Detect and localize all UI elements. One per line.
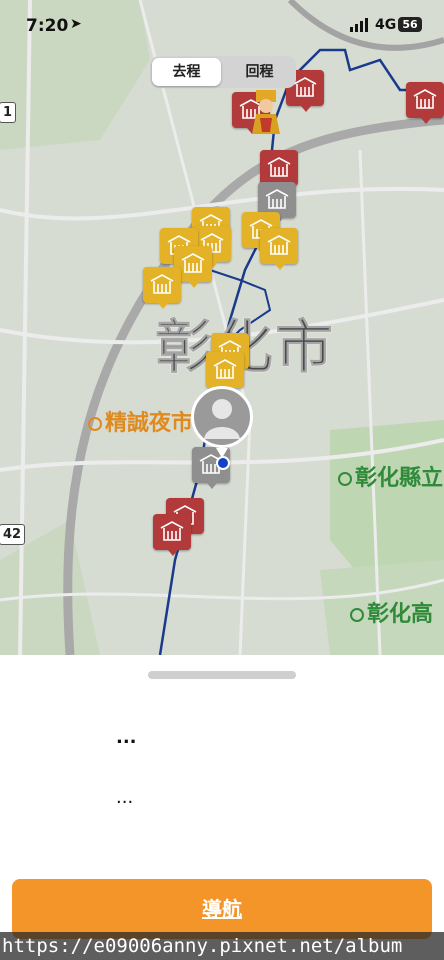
poi-county-school[interactable]: 彰化縣立 <box>338 460 443 492</box>
location-arrow-icon: ➤ <box>70 16 82 32</box>
current-location-dot <box>216 456 230 470</box>
signal-icon <box>350 18 368 32</box>
temple-marker[interactable] <box>260 228 298 270</box>
person-icon <box>204 399 240 439</box>
temple-icon <box>413 89 437 109</box>
direction-toggle[interactable]: 去程 回程 <box>150 56 296 88</box>
tab-outbound[interactable]: 去程 <box>152 58 221 86</box>
temple-icon <box>181 253 205 273</box>
temple-icon <box>150 274 174 294</box>
watermark-url: https://e09006anny.pixnet.net/album <box>0 932 444 960</box>
deity-icon[interactable] <box>248 88 284 136</box>
poi-icon <box>88 417 102 431</box>
user-avatar-pin[interactable] <box>191 386 253 458</box>
status-time: 7:20 <box>26 16 69 36</box>
poi-icon <box>338 472 352 486</box>
temple-marker[interactable] <box>153 514 191 556</box>
temple-marker[interactable] <box>206 352 244 394</box>
status-bar: 7:20 ➤ 4G 56 <box>0 0 444 52</box>
temple-icon <box>265 189 289 209</box>
temple-icon <box>213 359 237 379</box>
road-number-badge: 1 <box>0 102 17 123</box>
poi-icon <box>350 608 364 622</box>
temple-icon <box>267 235 291 255</box>
map-view[interactable]: 1 42 彰化市 精誠夜市 彰化縣立 彰化高 <box>0 0 444 655</box>
temple-marker[interactable] <box>260 150 298 192</box>
navigate-button[interactable]: 導航 <box>12 879 432 939</box>
bottom-sheet[interactable]: ... ... 導航 <box>0 655 444 960</box>
temple-icon <box>160 521 184 541</box>
temple-marker[interactable] <box>143 267 181 309</box>
road-number-badge: 42 <box>0 524 26 545</box>
sheet-subtitle: ... <box>116 787 134 808</box>
tab-return[interactable]: 回程 <box>225 58 294 86</box>
sheet-title: ... <box>116 727 137 748</box>
battery-icon: 56 <box>398 17 422 32</box>
temple-marker[interactable] <box>406 82 444 124</box>
network-type: 4G <box>375 17 397 33</box>
temple-icon <box>267 157 291 177</box>
sheet-drag-handle[interactable] <box>148 671 296 679</box>
poi-night-market[interactable]: 精誠夜市 <box>88 405 193 437</box>
poi-high-school[interactable]: 彰化高 <box>350 596 433 628</box>
